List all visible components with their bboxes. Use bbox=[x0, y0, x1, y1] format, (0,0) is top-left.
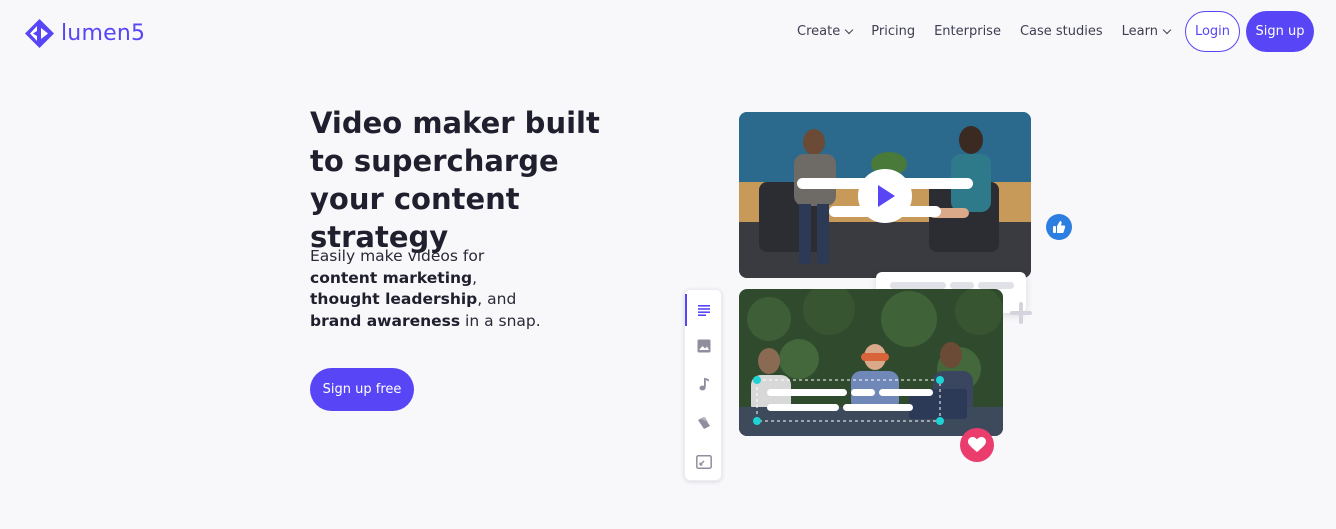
hero-subtitle-bold-2: thought leadership bbox=[310, 290, 478, 308]
nav-case-studies[interactable]: Case studies bbox=[1020, 24, 1103, 39]
scene-image bbox=[739, 289, 1003, 436]
music-icon bbox=[699, 378, 709, 391]
lumen5-logo[interactable]: lumen5 bbox=[24, 18, 145, 49]
nav-create-label: Create bbox=[797, 23, 841, 39]
hero-subtitle-punct-3: in a snap. bbox=[460, 311, 541, 330]
nav-case-studies-label: Case studies bbox=[1019, 23, 1103, 39]
hero-video-card[interactable] bbox=[739, 112, 1031, 278]
signup-free-button[interactable]: Sign up free bbox=[310, 368, 414, 411]
color-icon bbox=[698, 417, 710, 429]
caption-line bbox=[890, 282, 946, 289]
editor-toolbar bbox=[684, 289, 722, 481]
hero-subtitle-intro: Easily make videos for bbox=[310, 247, 485, 265]
top-nav: Create Pricing Enterprise Case studies L… bbox=[797, 10, 1314, 52]
nav-learn-label: Learn bbox=[1121, 23, 1158, 39]
image-tool-button[interactable] bbox=[685, 328, 723, 364]
nav-pricing[interactable]: Pricing bbox=[871, 24, 915, 39]
plus-icon bbox=[1010, 302, 1032, 324]
resize-icon bbox=[696, 455, 712, 469]
heart-icon bbox=[968, 437, 986, 452]
nav-create[interactable]: Create bbox=[797, 23, 854, 39]
hero-subtitle-punct-2: , and bbox=[477, 290, 517, 308]
hero-title: Video maker built to supercharge your co… bbox=[310, 106, 600, 254]
hero-subtitle-bold-3: brand awareness bbox=[310, 311, 461, 330]
caption-line bbox=[978, 282, 1014, 289]
chevron-down-icon bbox=[1162, 25, 1172, 34]
music-tool-button[interactable] bbox=[685, 366, 723, 402]
lumen5-logo-icon bbox=[25, 19, 54, 48]
brand-name: lumen5 bbox=[61, 21, 146, 46]
resize-tool-button[interactable] bbox=[685, 444, 723, 480]
nav-enterprise[interactable]: Enterprise bbox=[934, 24, 1001, 39]
text-tool-button[interactable] bbox=[685, 292, 723, 328]
video-thumbnail-image bbox=[739, 112, 1031, 278]
caption-line bbox=[950, 282, 974, 289]
heart-badge bbox=[960, 428, 994, 462]
scene-editor-card[interactable] bbox=[739, 289, 1003, 436]
thumbs-up-icon bbox=[1053, 221, 1066, 233]
color-tool-button[interactable] bbox=[685, 405, 723, 441]
hero-subtitle-punct-1: , bbox=[472, 268, 478, 287]
hero-subtitle: Easily make videos for content marketing… bbox=[310, 246, 610, 332]
nav-learn[interactable]: Learn bbox=[1121, 23, 1172, 39]
like-badge bbox=[1046, 214, 1072, 240]
nav-pricing-label: Pricing bbox=[871, 23, 916, 39]
signup-button[interactable]: Sign up bbox=[1246, 10, 1314, 52]
login-button[interactable]: Login bbox=[1185, 10, 1240, 52]
image-icon bbox=[697, 339, 711, 353]
nav-enterprise-label: Enterprise bbox=[934, 23, 1001, 39]
chevron-down-icon bbox=[845, 25, 854, 34]
hero-subtitle-bold-1: content marketing bbox=[310, 268, 473, 287]
text-icon bbox=[698, 305, 710, 316]
